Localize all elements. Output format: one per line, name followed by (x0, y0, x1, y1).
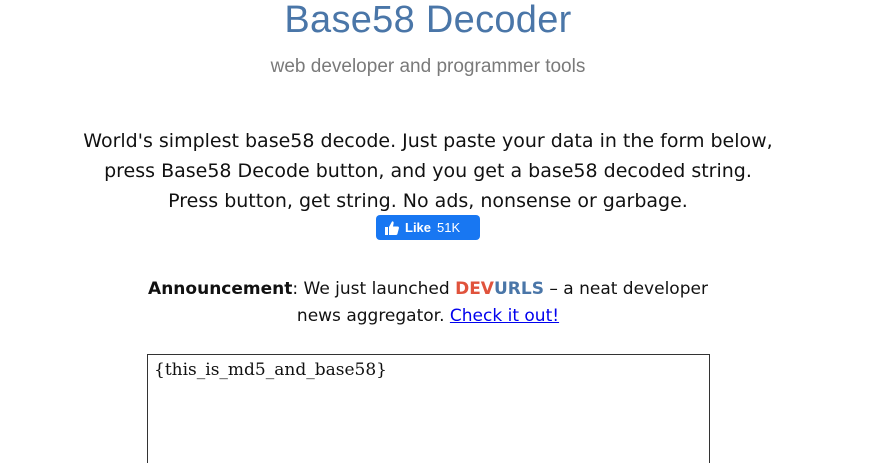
announcement-text-before: : We just launched (292, 279, 456, 299)
check-it-out-link[interactable]: Check it out! (450, 306, 559, 326)
devurls-brand-urls: URLS (493, 279, 544, 299)
intro-text: World's simplest base58 decode. Just pas… (83, 130, 773, 212)
thumbs-up-icon (385, 220, 399, 235)
announcement-label: Announcement (148, 279, 293, 299)
page-subtitle: web developer and programmer tools (270, 56, 586, 77)
facebook-like-button[interactable]: Like 51K (376, 215, 480, 240)
devurls-brand-dev: DEV (455, 279, 494, 299)
data-input[interactable] (147, 354, 710, 463)
page-title: Base58 Decoder (284, 0, 572, 41)
like-label: Like (405, 220, 432, 235)
announcement: Announcement: We just launched DEVURLS –… (140, 276, 716, 330)
like-count: 51K (437, 220, 461, 235)
devurls-brand: DEVURLS (455, 279, 544, 299)
